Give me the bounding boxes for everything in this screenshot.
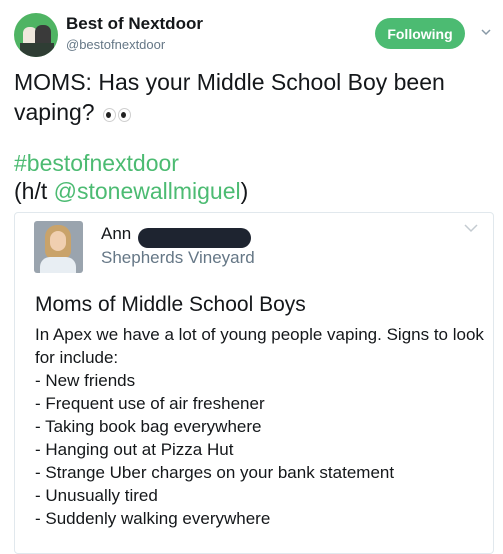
- tweet-text: MOMS: Has your Middle School Boy been va…: [14, 67, 494, 129]
- nextdoor-post-card: Ann Shepherds Vineyard Moms of Middle Sc…: [14, 212, 494, 554]
- hashtag-link[interactable]: #bestofnextdoor: [14, 150, 179, 177]
- post-body: In Apex we have a lot of young people va…: [35, 323, 485, 530]
- chevron-down-icon: [464, 224, 478, 233]
- list-item: - Unusually tired: [35, 486, 158, 505]
- author-avatar: [34, 221, 83, 273]
- post-title: Moms of Middle School Boys: [35, 293, 306, 316]
- list-item: - Taking book bag everywhere: [35, 417, 262, 436]
- following-button[interactable]: Following: [375, 18, 465, 49]
- author-name: Ann: [101, 224, 132, 243]
- eyes-icon: [102, 99, 133, 129]
- hat-tip-suffix: ): [240, 178, 249, 204]
- author-neighborhood: Shepherds Vineyard: [101, 248, 255, 267]
- list-item: - Strange Uber charges on your bank stat…: [35, 463, 395, 482]
- display-name[interactable]: Best of Nextdoor: [66, 14, 203, 34]
- account-avatar[interactable]: [14, 13, 58, 57]
- redaction-bar: [138, 228, 251, 248]
- post-intro: In Apex we have a lot of young people va…: [35, 325, 484, 367]
- list-item: - Frequent use of air freshener: [35, 394, 265, 413]
- chevron-down-icon[interactable]: [481, 27, 491, 37]
- mention-link[interactable]: @stonewallmiguel: [54, 178, 241, 204]
- account-handle[interactable]: @bestofnextdoor: [66, 37, 165, 52]
- list-item: - Suddenly walking everywhere: [35, 509, 271, 528]
- avatar-background: [20, 43, 54, 57]
- hat-tip-prefix: (h/t: [14, 178, 54, 204]
- list-item: - Hanging out at Pizza Hut: [35, 440, 234, 459]
- list-item: - New friends: [35, 371, 136, 390]
- tweet-body: MOMS: Has your Middle School Boy been va…: [14, 69, 445, 125]
- hat-tip-line: (h/t @stonewallmiguel): [14, 178, 248, 205]
